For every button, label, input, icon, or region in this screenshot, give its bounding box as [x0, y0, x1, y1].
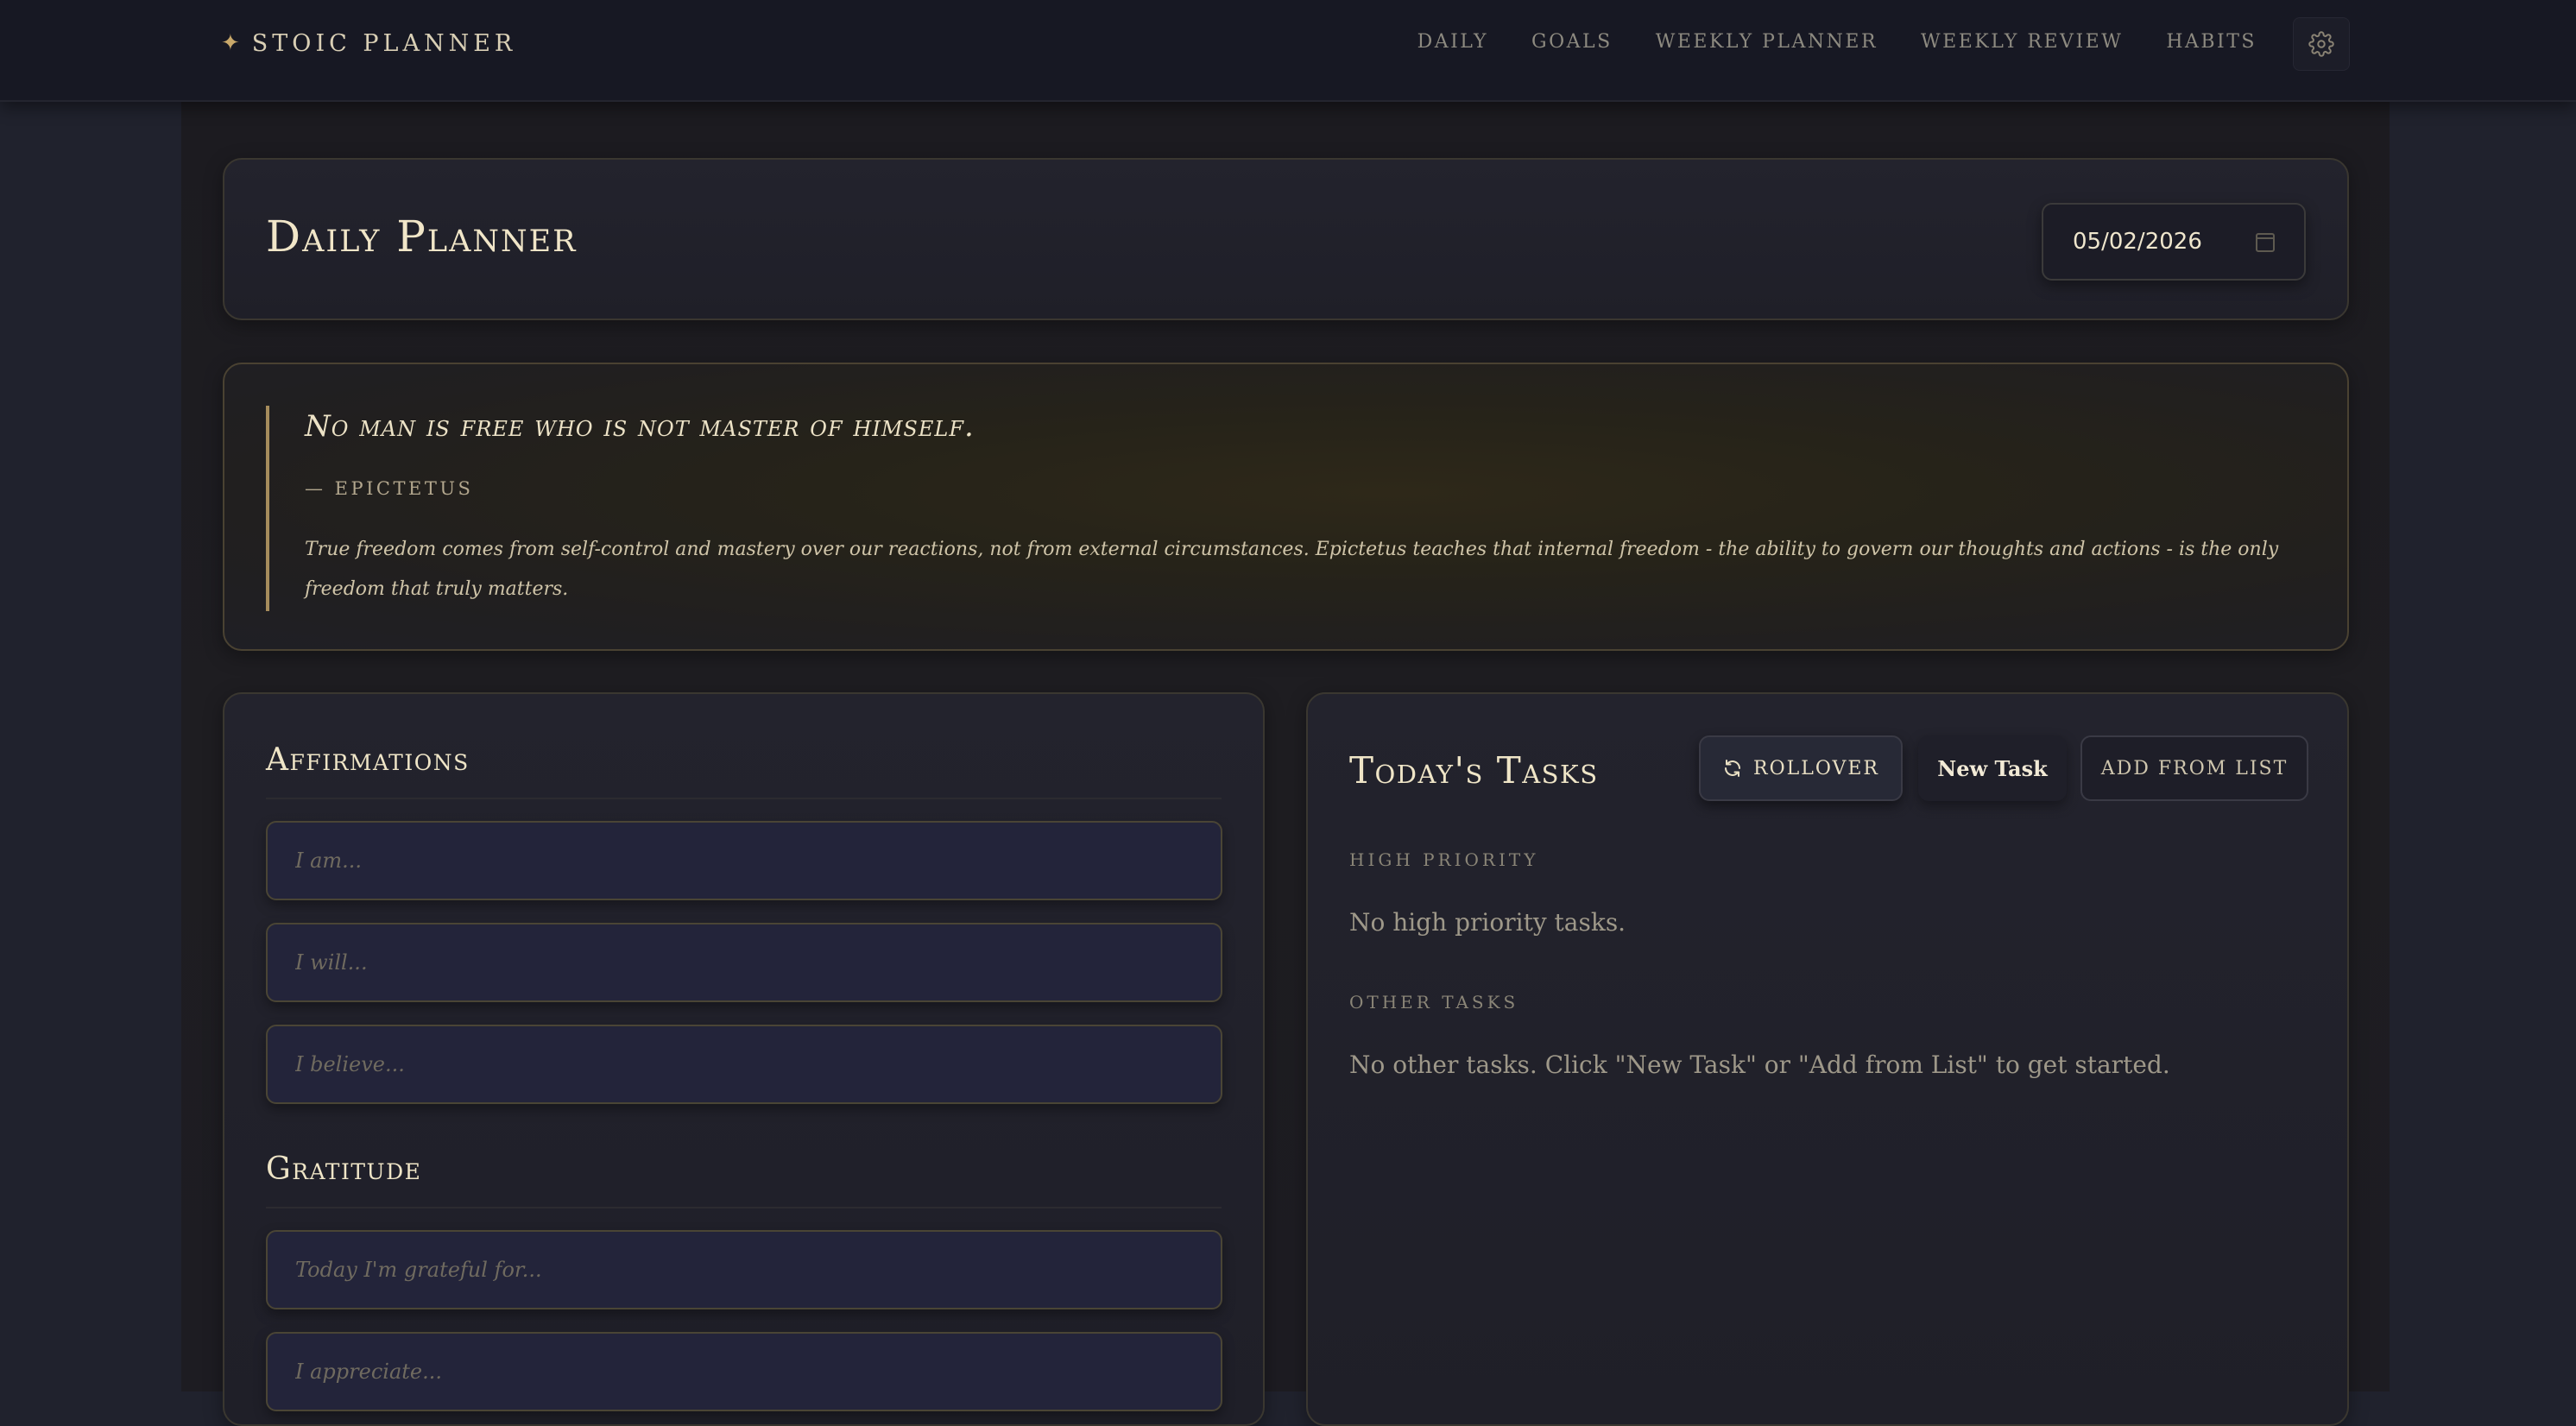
- other-tasks-label: OTHER TASKS: [1349, 992, 1519, 1013]
- quote-author: — EPICTETUS: [305, 478, 474, 499]
- gratitude-title: Gratitude: [266, 1152, 422, 1187]
- gratitude-input-1[interactable]: [266, 1230, 1222, 1309]
- page-header-card: Daily Planner 05/02/2026: [223, 158, 2349, 320]
- high-priority-label: HIGH PRIORITY: [1349, 849, 1539, 870]
- nav-menu: DAILY GOALS WEEKLY PLANNER WEEKLY REVIEW…: [1417, 26, 2257, 57]
- date-picker[interactable]: 05/02/2026: [2042, 203, 2306, 281]
- affirmation-input-2[interactable]: [266, 923, 1222, 1002]
- gear-icon: [2308, 31, 2334, 57]
- tasks-title: Today's Tasks: [1349, 749, 1599, 792]
- rollover-button[interactable]: ROLLOVER: [1699, 735, 1903, 801]
- affirmation-input-1[interactable]: [266, 821, 1222, 900]
- affirmation-input-3[interactable]: [266, 1025, 1222, 1104]
- affirmation-field-i-believe[interactable]: [268, 1026, 1221, 1102]
- quote-card: No man is free who is not master of hims…: [223, 363, 2349, 651]
- gratitude-field-appreciate[interactable]: [268, 1334, 1221, 1410]
- section-divider: [266, 1207, 1222, 1208]
- page-title: Daily Planner: [266, 211, 578, 262]
- calendar-icon[interactable]: [2256, 233, 2275, 252]
- brand-name: STOIC PLANNER: [251, 29, 517, 57]
- nav-item-weekly-review[interactable]: WEEKLY REVIEW: [1921, 31, 2123, 53]
- affirmations-gratitude-card: Affirmations Gratitude: [223, 692, 1265, 1426]
- nav-item-goals[interactable]: GOALS: [1531, 31, 1613, 53]
- other-tasks-empty: No other tasks. Click "New Task" or "Add…: [1349, 1051, 2170, 1079]
- nav-item-habits[interactable]: HABITS: [2166, 31, 2257, 53]
- gratitude-field-grateful[interactable]: [268, 1232, 1221, 1308]
- gratitude-input-2[interactable]: [266, 1332, 1222, 1411]
- settings-button[interactable]: [2293, 17, 2350, 71]
- nav-item-daily[interactable]: DAILY: [1417, 31, 1488, 53]
- quote-text: No man is free who is not master of hims…: [305, 409, 975, 444]
- brand-logo[interactable]: ✦ STOIC PLANNER: [221, 26, 516, 60]
- sparkle-icon: ✦: [221, 30, 240, 56]
- high-priority-empty: No high priority tasks.: [1349, 908, 1626, 937]
- section-divider: [266, 798, 1222, 799]
- quote-accent-bar: [266, 406, 269, 611]
- top-nav: ✦ STOIC PLANNER DAILY GOALS WEEKLY PLANN…: [0, 0, 2576, 102]
- rollover-label: ROLLOVER: [1753, 757, 1879, 779]
- new-task-button[interactable]: New Task: [1918, 735, 2067, 801]
- affirmation-field-i-will[interactable]: [268, 924, 1221, 1000]
- affirmation-field-i-am[interactable]: [268, 823, 1221, 899]
- refresh-icon: [1725, 760, 1740, 777]
- tasks-card: Today's Tasks ROLLOVER New Task ADD FROM…: [1306, 692, 2349, 1426]
- date-value: 05/02/2026: [2073, 229, 2202, 255]
- add-from-list-button[interactable]: ADD FROM LIST: [2080, 735, 2308, 801]
- nav-item-weekly-planner[interactable]: WEEKLY PLANNER: [1656, 31, 1878, 53]
- affirmations-title: Affirmations: [266, 742, 470, 778]
- quote-explanation: True freedom comes from self-control and…: [305, 539, 2279, 600]
